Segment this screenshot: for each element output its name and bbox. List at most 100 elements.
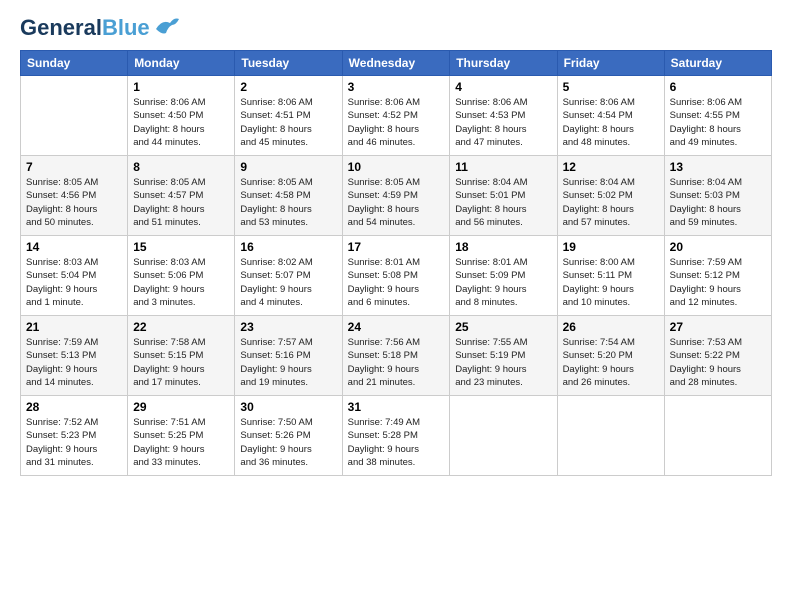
day-info: Sunrise: 7:53 AMSunset: 5:22 PMDaylight:… bbox=[670, 336, 766, 389]
weekday-header-monday: Monday bbox=[128, 51, 235, 76]
calendar-cell: 2Sunrise: 8:06 AMSunset: 4:51 PMDaylight… bbox=[235, 76, 342, 156]
day-number: 17 bbox=[348, 240, 445, 254]
day-info: Sunrise: 7:49 AMSunset: 5:28 PMDaylight:… bbox=[348, 416, 445, 469]
day-info: Sunrise: 8:02 AMSunset: 5:07 PMDaylight:… bbox=[240, 256, 336, 309]
calendar-cell: 23 Sunrise: 7:57 AMSunset: 5:16 PMDayligh… bbox=[235, 316, 342, 396]
logo-bird-icon bbox=[152, 15, 180, 37]
calendar-cell: 6 Sunrise: 8:06 AMSunset: 4:55 PMDaylight… bbox=[664, 76, 771, 156]
day-number: 30 bbox=[240, 400, 336, 414]
weekday-header-sunday: Sunday bbox=[21, 51, 128, 76]
calendar-week-5: 28 Sunrise: 7:52 AMSunset: 5:23 PMDayligh… bbox=[21, 396, 772, 476]
day-info: Sunrise: 8:00 AMSunset: 5:11 PMDaylight:… bbox=[563, 256, 659, 309]
calendar-cell: 25 Sunrise: 7:55 AMSunset: 5:19 PMDayligh… bbox=[450, 316, 557, 396]
day-info: Sunrise: 7:59 AMSunset: 5:12 PMDaylight:… bbox=[670, 256, 766, 309]
day-info: Sunrise: 8:06 AMSunset: 4:53 PMDaylight:… bbox=[455, 96, 551, 149]
calendar-cell bbox=[664, 396, 771, 476]
day-info: Sunrise: 8:06 AMSunset: 4:51 PMDaylight:… bbox=[240, 96, 336, 149]
day-number: 27 bbox=[670, 320, 766, 334]
calendar-cell: 21 Sunrise: 7:59 AMSunset: 5:13 PMDayligh… bbox=[21, 316, 128, 396]
calendar-cell: 20 Sunrise: 7:59 AMSunset: 5:12 PMDayligh… bbox=[664, 236, 771, 316]
calendar-cell: 30 Sunrise: 7:50 AMSunset: 5:26 PMDayligh… bbox=[235, 396, 342, 476]
day-info: Sunrise: 7:57 AMSunset: 5:16 PMDaylight:… bbox=[240, 336, 336, 389]
day-number: 5 bbox=[563, 80, 659, 94]
day-info: Sunrise: 8:06 AMSunset: 4:50 PMDaylight:… bbox=[133, 96, 229, 149]
day-info: Sunrise: 8:06 AMSunset: 4:55 PMDaylight:… bbox=[670, 96, 766, 149]
day-number: 4 bbox=[455, 80, 551, 94]
day-number: 22 bbox=[133, 320, 229, 334]
day-info: Sunrise: 8:01 AMSunset: 5:09 PMDaylight:… bbox=[455, 256, 551, 309]
day-number: 23 bbox=[240, 320, 336, 334]
day-info: Sunrise: 7:50 AMSunset: 5:26 PMDaylight:… bbox=[240, 416, 336, 469]
calendar-cell: 14 Sunrise: 8:03 AMSunset: 5:04 PMDayligh… bbox=[21, 236, 128, 316]
day-info: Sunrise: 8:06 AMSunset: 4:54 PMDaylight:… bbox=[563, 96, 659, 149]
calendar-week-2: 7 Sunrise: 8:05 AMSunset: 4:56 PMDaylight… bbox=[21, 156, 772, 236]
day-number: 15 bbox=[133, 240, 229, 254]
calendar-cell: 18 Sunrise: 8:01 AMSunset: 5:09 PMDayligh… bbox=[450, 236, 557, 316]
day-number: 6 bbox=[670, 80, 766, 94]
weekday-header-tuesday: Tuesday bbox=[235, 51, 342, 76]
calendar-cell: 10 Sunrise: 8:05 AMSunset: 4:59 PMDayligh… bbox=[342, 156, 450, 236]
day-number: 14 bbox=[26, 240, 122, 254]
calendar-cell: 17 Sunrise: 8:01 AMSunset: 5:08 PMDayligh… bbox=[342, 236, 450, 316]
calendar-cell bbox=[21, 76, 128, 156]
day-info: Sunrise: 8:04 AMSunset: 5:03 PMDaylight:… bbox=[670, 176, 766, 229]
weekday-header-row: SundayMondayTuesdayWednesdayThursdayFrid… bbox=[21, 51, 772, 76]
calendar-cell: 16 Sunrise: 8:02 AMSunset: 5:07 PMDayligh… bbox=[235, 236, 342, 316]
calendar-cell: 9Sunrise: 8:05 AMSunset: 4:58 PMDaylight… bbox=[235, 156, 342, 236]
day-info: Sunrise: 8:05 AMSunset: 4:56 PMDaylight:… bbox=[26, 176, 122, 229]
day-number: 20 bbox=[670, 240, 766, 254]
day-number: 7 bbox=[26, 160, 122, 174]
day-number: 10 bbox=[348, 160, 445, 174]
day-number: 28 bbox=[26, 400, 122, 414]
day-info: Sunrise: 7:59 AMSunset: 5:13 PMDaylight:… bbox=[26, 336, 122, 389]
calendar-cell: 7 Sunrise: 8:05 AMSunset: 4:56 PMDaylight… bbox=[21, 156, 128, 236]
day-info: Sunrise: 7:51 AMSunset: 5:25 PMDaylight:… bbox=[133, 416, 229, 469]
day-number: 12 bbox=[563, 160, 659, 174]
calendar-cell: 8Sunrise: 8:05 AMSunset: 4:57 PMDaylight… bbox=[128, 156, 235, 236]
calendar-cell: 31 Sunrise: 7:49 AMSunset: 5:28 PMDayligh… bbox=[342, 396, 450, 476]
day-info: Sunrise: 8:05 AMSunset: 4:58 PMDaylight:… bbox=[240, 176, 336, 229]
calendar-cell: 15 Sunrise: 8:03 AMSunset: 5:06 PMDayligh… bbox=[128, 236, 235, 316]
calendar-cell: 22 Sunrise: 7:58 AMSunset: 5:15 PMDayligh… bbox=[128, 316, 235, 396]
day-info: Sunrise: 8:04 AMSunset: 5:02 PMDaylight:… bbox=[563, 176, 659, 229]
calendar-cell: 4 Sunrise: 8:06 AMSunset: 4:53 PMDaylight… bbox=[450, 76, 557, 156]
day-number: 29 bbox=[133, 400, 229, 414]
day-info: Sunrise: 8:05 AMSunset: 4:59 PMDaylight:… bbox=[348, 176, 445, 229]
day-number: 24 bbox=[348, 320, 445, 334]
calendar-cell bbox=[450, 396, 557, 476]
day-info: Sunrise: 7:58 AMSunset: 5:15 PMDaylight:… bbox=[133, 336, 229, 389]
day-number: 25 bbox=[455, 320, 551, 334]
calendar-cell: 29 Sunrise: 7:51 AMSunset: 5:25 PMDayligh… bbox=[128, 396, 235, 476]
day-info: Sunrise: 8:06 AMSunset: 4:52 PMDaylight:… bbox=[348, 96, 445, 149]
day-info: Sunrise: 7:54 AMSunset: 5:20 PMDaylight:… bbox=[563, 336, 659, 389]
calendar-cell: 12 Sunrise: 8:04 AMSunset: 5:02 PMDayligh… bbox=[557, 156, 664, 236]
day-info: Sunrise: 8:03 AMSunset: 5:06 PMDaylight:… bbox=[133, 256, 229, 309]
weekday-header-friday: Friday bbox=[557, 51, 664, 76]
day-number: 3 bbox=[348, 80, 445, 94]
calendar-cell: 28 Sunrise: 7:52 AMSunset: 5:23 PMDayligh… bbox=[21, 396, 128, 476]
weekday-header-wednesday: Wednesday bbox=[342, 51, 450, 76]
calendar-cell: 3 Sunrise: 8:06 AMSunset: 4:52 PMDaylight… bbox=[342, 76, 450, 156]
calendar-week-4: 21 Sunrise: 7:59 AMSunset: 5:13 PMDayligh… bbox=[21, 316, 772, 396]
day-info: Sunrise: 8:03 AMSunset: 5:04 PMDaylight:… bbox=[26, 256, 122, 309]
day-number: 16 bbox=[240, 240, 336, 254]
day-number: 21 bbox=[26, 320, 122, 334]
day-number: 1 bbox=[133, 80, 229, 94]
calendar-table: SundayMondayTuesdayWednesdayThursdayFrid… bbox=[20, 50, 772, 476]
calendar-cell: 24Sunrise: 7:56 AMSunset: 5:18 PMDayligh… bbox=[342, 316, 450, 396]
calendar-cell: 13 Sunrise: 8:04 AMSunset: 5:03 PMDayligh… bbox=[664, 156, 771, 236]
calendar-week-3: 14 Sunrise: 8:03 AMSunset: 5:04 PMDayligh… bbox=[21, 236, 772, 316]
day-number: 31 bbox=[348, 400, 445, 414]
calendar-cell: 27 Sunrise: 7:53 AMSunset: 5:22 PMDayligh… bbox=[664, 316, 771, 396]
calendar-cell: 5 Sunrise: 8:06 AMSunset: 4:54 PMDaylight… bbox=[557, 76, 664, 156]
day-number: 18 bbox=[455, 240, 551, 254]
day-info: Sunrise: 8:01 AMSunset: 5:08 PMDaylight:… bbox=[348, 256, 445, 309]
calendar-week-1: 1 Sunrise: 8:06 AMSunset: 4:50 PMDaylight… bbox=[21, 76, 772, 156]
day-number: 19 bbox=[563, 240, 659, 254]
day-info: Sunrise: 8:04 AMSunset: 5:01 PMDaylight:… bbox=[455, 176, 551, 229]
day-number: 26 bbox=[563, 320, 659, 334]
day-info: Sunrise: 7:55 AMSunset: 5:19 PMDaylight:… bbox=[455, 336, 551, 389]
calendar-cell: 26 Sunrise: 7:54 AMSunset: 5:20 PMDayligh… bbox=[557, 316, 664, 396]
day-info: Sunrise: 7:52 AMSunset: 5:23 PMDaylight:… bbox=[26, 416, 122, 469]
day-number: 13 bbox=[670, 160, 766, 174]
